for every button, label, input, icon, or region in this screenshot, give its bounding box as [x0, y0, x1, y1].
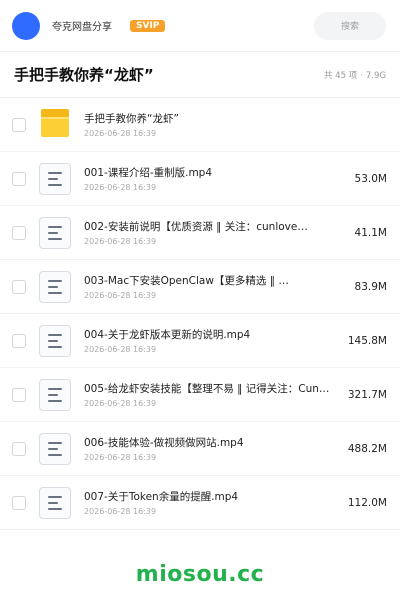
file-doc-icon	[39, 378, 71, 411]
file-doc-icon	[39, 270, 71, 303]
file-doc-icon	[39, 324, 71, 357]
file-date: 2026-06-28 16:39	[84, 453, 157, 462]
file-doc-icon	[39, 486, 71, 519]
footer: miosou.cc	[0, 548, 400, 600]
file-name: 007-关于Token余量的提醒.mp4	[84, 491, 239, 503]
list-item[interactable]: 006-技能体验-做视频做网站.mp4 2026-06-28 16:39 488…	[0, 422, 400, 476]
file-doc-icon	[39, 162, 71, 195]
folder-icon	[39, 108, 71, 141]
file-date: 2026-06-28 16:39	[84, 237, 157, 246]
list-item[interactable]: 001-课程介绍-重制版.mp4 2026-06-28 16:39 53.0M	[0, 152, 400, 206]
file-size: 321.7M	[347, 388, 387, 401]
share-name: 夸克网盘分享	[52, 22, 112, 33]
list-item[interactable]: 手把手教你养“龙虾” 2026-06-28 16:39	[0, 98, 400, 152]
top-bar: 夸克网盘分享 SVIP 搜索	[0, 0, 400, 52]
file-date: 2026-06-28 16:39	[84, 345, 157, 354]
file-date: 2026-06-28 16:39	[84, 507, 157, 516]
row-checkbox[interactable]	[12, 225, 26, 240]
list-item[interactable]: 002-安装前说明【优质资源 ‖ 关注：cunlove… 2026-06-28 …	[0, 206, 400, 260]
file-size: 488.2M	[347, 442, 387, 455]
list-item[interactable]: 005-给龙虾安装技能【整理不易 ‖ 记得关注：Cun… 2026-06-28 …	[0, 368, 400, 422]
file-date: 2026-06-28 16:39	[84, 399, 157, 408]
list-item[interactable]: 003-Mac下安装OpenClaw【更多精选 ‖ … 2026-06-28 1…	[0, 260, 400, 314]
file-size: 145.8M	[347, 334, 387, 347]
file-size: 83.9M	[354, 280, 387, 293]
brand-watermark: miosou.cc	[135, 561, 265, 587]
item-count: 共 45 项	[323, 70, 358, 81]
title-bar: 手把手教你养“龙虾” 共 45 项 · 7.9G	[0, 52, 400, 98]
row-checkbox[interactable]	[12, 279, 26, 294]
page-title: 手把手教你养“龙虾”	[14, 66, 154, 84]
file-name: 004-关于龙虾版本更新的说明.mp4	[84, 329, 251, 341]
folder-meta: 共 45 项 · 7.9G	[323, 70, 386, 81]
row-checkbox[interactable]	[12, 171, 26, 186]
list-item[interactable]: 007-关于Token余量的提醒.mp4 2026-06-28 16:39 11…	[0, 476, 400, 530]
row-checkbox[interactable]	[12, 387, 26, 402]
row-checkbox[interactable]	[12, 117, 26, 132]
row-checkbox[interactable]	[12, 333, 26, 348]
file-name: 006-技能体验-做视频做网站.mp4	[84, 437, 244, 449]
row-checkbox[interactable]	[12, 495, 26, 510]
list-item[interactable]: 004-关于龙虾版本更新的说明.mp4 2026-06-28 16:39 145…	[0, 314, 400, 368]
row-checkbox[interactable]	[12, 441, 26, 456]
file-doc-icon	[39, 432, 71, 465]
svip-badge: SVIP	[130, 19, 166, 32]
file-name: 002-安装前说明【优质资源 ‖ 关注：cunlove…	[84, 221, 308, 233]
file-name: 001-课程介绍-重制版.mp4	[84, 167, 213, 179]
file-size: 53.0M	[354, 172, 387, 185]
total-size: 7.9G	[365, 70, 386, 81]
search-input[interactable]: 搜索	[314, 11, 386, 40]
file-size: 112.0M	[347, 496, 387, 509]
file-size: 41.1M	[354, 226, 387, 239]
file-date: 2026-06-28 16:39	[84, 129, 157, 138]
file-doc-icon	[39, 216, 71, 249]
file-date: 2026-06-28 16:39	[84, 291, 157, 300]
file-date: 2026-06-28 16:39	[84, 183, 157, 192]
file-name: 手把手教你养“龙虾”	[84, 113, 179, 125]
file-name: 003-Mac下安装OpenClaw【更多精选 ‖ …	[84, 275, 289, 287]
avatar[interactable]	[12, 11, 40, 40]
file-name: 005-给龙虾安装技能【整理不易 ‖ 记得关注：Cun…	[84, 383, 330, 395]
file-list: 手把手教你养“龙虾” 2026-06-28 16:39 001-课程介绍-重制版…	[0, 98, 400, 530]
